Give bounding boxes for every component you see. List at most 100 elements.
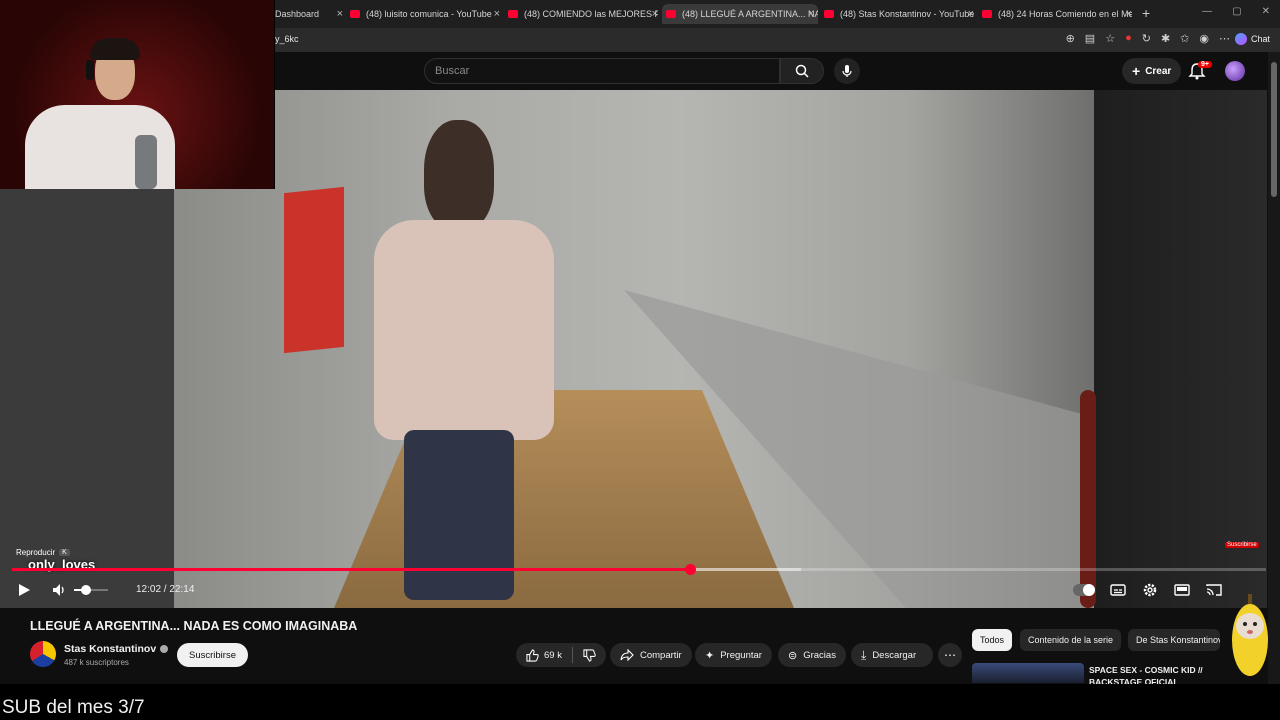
theater-mode-icon[interactable] (1173, 581, 1191, 599)
share-button[interactable]: Compartir (610, 643, 692, 667)
toolbar-icons: ⊕ ▤ ☆ ● ↻ ✱ ✩ ◉ ⋯ (1066, 32, 1230, 45)
close-window-icon[interactable]: ✕ (1262, 6, 1270, 17)
cast-icon[interactable] (1205, 581, 1223, 599)
autoplay-toggle[interactable] (1073, 584, 1095, 596)
recommendation-thumbnail[interactable] (972, 663, 1084, 683)
tab-close-icon[interactable]: × (968, 8, 974, 20)
headset-icon (86, 60, 94, 80)
channel-name[interactable]: Stas Konstantinov (64, 643, 169, 655)
share-label: Compartir (640, 649, 682, 661)
reader-icon[interactable]: ▤ (1085, 32, 1095, 45)
ask-button[interactable]: ✦ Preguntar (695, 643, 772, 667)
progress-bar[interactable] (12, 564, 1266, 575)
maximize-icon[interactable]: ▢ (1232, 6, 1241, 17)
download-label: Descargar (872, 649, 917, 661)
banana-cat-sticker (1232, 594, 1268, 676)
recommendation-title[interactable]: SPACE SEX - COSMIC KID // BACKSTAGE OFIC… (1089, 664, 1209, 684)
favorite-star-icon[interactable]: ☆ (1105, 32, 1115, 45)
tab-label: (48) luisito comunica - YouTube (366, 9, 492, 19)
filter-chip-channel[interactable]: De Stas Konstantinov (1128, 629, 1220, 651)
super-thanks-icon: ⊜ (788, 649, 798, 662)
youtube-favicon-icon (824, 10, 834, 18)
browser-tab[interactable]: (48) luisito comunica - YouTube × (350, 4, 500, 24)
tab-close-icon[interactable]: × (337, 8, 343, 20)
more-menu-icon[interactable]: ⋯ (1219, 32, 1230, 45)
profile-icon[interactable]: ◉ (1199, 32, 1209, 45)
tooltip-key: K (59, 549, 70, 556)
more-actions-button[interactable]: ⋯ (938, 643, 962, 667)
search-input[interactable] (425, 59, 779, 83)
time-display: 12:02 / 22:14 (136, 584, 195, 595)
youtube-favicon-icon (508, 10, 518, 18)
progress-scrubber[interactable] (685, 564, 696, 575)
favorites-icon[interactable]: ✩ (1180, 32, 1189, 45)
volume-icon[interactable] (51, 582, 67, 598)
browser-tab-dashboard[interactable]: Dashboard × (275, 4, 343, 24)
volume-slider[interactable] (74, 585, 108, 595)
browser-tab[interactable]: (48) Stas Konstantinov - YouTube × (824, 4, 974, 24)
video-person (344, 120, 564, 608)
translate-icon[interactable]: ⊕ (1066, 32, 1075, 45)
play-tooltip: Reproducir K (16, 548, 70, 557)
refresh-extension-icon[interactable]: ↻ (1142, 32, 1151, 45)
browser-tab[interactable]: (48) 24 Horas Comiendo en el Me × (982, 4, 1132, 24)
play-icon[interactable] (16, 582, 32, 598)
download-button[interactable]: ⤓ Descargar (851, 643, 933, 667)
create-button[interactable]: + Crear (1122, 58, 1182, 84)
person-legs (404, 430, 514, 600)
account-avatar[interactable] (1225, 61, 1245, 81)
video-red-edge (1080, 390, 1096, 608)
new-tab-button[interactable]: + (1142, 5, 1150, 21)
filter-chip-all[interactable]: Todos (972, 629, 1013, 651)
player-right-controls (1073, 581, 1223, 599)
scrollbar-thumb[interactable] (1271, 62, 1277, 197)
subscriber-count: 487 k suscriptores (64, 658, 129, 667)
channel-avatar[interactable] (30, 641, 56, 667)
subtitles-icon[interactable] (1109, 581, 1127, 599)
tooltip-label: Reproducir (16, 548, 56, 557)
video-title: LLEGUÉ A ARGENTINA... NADA ES COMO IMAGI… (30, 619, 358, 633)
verified-check-icon (160, 645, 169, 653)
tab-label: (48) 24 Horas Comiendo en el Me (998, 9, 1132, 19)
extension-icon[interactable]: ● (1125, 32, 1132, 45)
subscribe-button[interactable]: Suscribirse (177, 643, 248, 667)
cam-hair (90, 38, 140, 60)
player-control-bar: 12:02 / 22:14 (0, 578, 1267, 602)
microphone-icon (842, 65, 852, 77)
like-button[interactable]: 69 k (526, 648, 562, 662)
browser-tab-active[interactable]: (48) LLEGUÉ A ARGENTINA... NAD × (662, 4, 818, 24)
create-label: Crear (1145, 65, 1172, 77)
tab-close-icon[interactable]: × (808, 8, 814, 20)
browser-tab[interactable]: (48) COMIENDO las MEJORES PIZ... × (508, 4, 658, 24)
tab-close-icon[interactable]: × (652, 8, 658, 20)
search-button[interactable] (780, 58, 824, 84)
stream-caption-strip (0, 684, 1280, 720)
extensions-puzzle-icon[interactable]: ✱ (1161, 32, 1170, 45)
url-text[interactable]: y_6kc (275, 34, 299, 44)
volume-knob[interactable] (81, 585, 91, 595)
copilot-chat-button[interactable]: Chat (1234, 33, 1270, 45)
thumbs-up-icon (526, 648, 539, 662)
filter-chip-series[interactable]: Contenido de la serie (1020, 629, 1122, 651)
streamer-webcam (0, 0, 275, 189)
youtube-favicon-icon (666, 10, 676, 18)
settings-gear-icon[interactable] (1141, 581, 1159, 599)
voice-search-button[interactable] (834, 58, 860, 84)
search-box[interactable] (424, 58, 780, 84)
thumbs-down-icon[interactable] (583, 648, 596, 662)
subscribe-watermark[interactable]: Suscribirse (1225, 542, 1259, 548)
share-arrow-icon (620, 649, 634, 661)
tab-close-icon[interactable]: × (1126, 8, 1132, 20)
cam-bottle (135, 135, 157, 189)
video-red-cabinet (284, 186, 344, 354)
ask-label: Preguntar (720, 649, 762, 661)
thanks-button[interactable]: ⊜ Gracias (778, 643, 846, 667)
thanks-label: Gracias (803, 649, 836, 661)
like-divider (571, 647, 573, 663)
sparkle-icon: ✦ (705, 649, 715, 662)
page-scrollbar[interactable] (1268, 52, 1280, 684)
search-icon (795, 64, 809, 78)
minimize-icon[interactable]: — (1202, 6, 1212, 17)
tab-close-icon[interactable]: × (494, 8, 500, 20)
tab-label: (48) Stas Konstantinov - YouTube (840, 9, 974, 19)
